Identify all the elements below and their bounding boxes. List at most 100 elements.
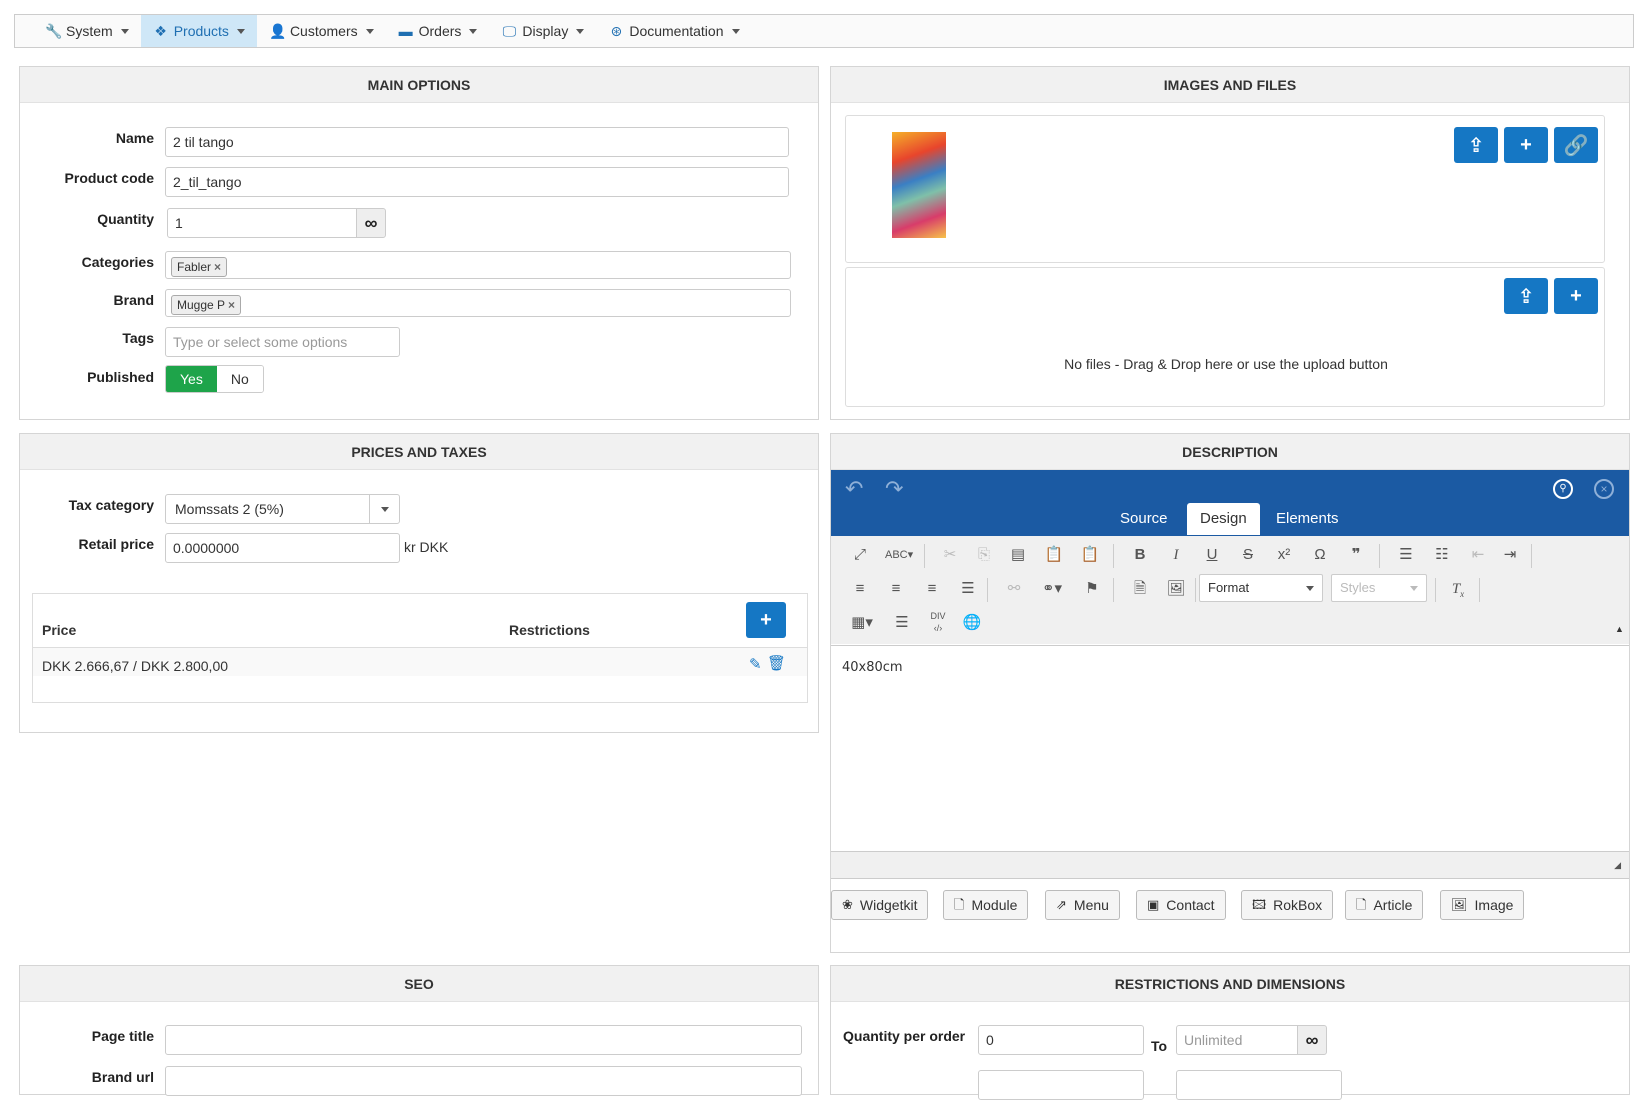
trash-icon[interactable]: 🗑: [767, 654, 786, 672]
tab-elements[interactable]: Elements: [1263, 503, 1352, 535]
paste-text-icon[interactable]: 📋: [1041, 542, 1067, 568]
brand-label: Brand: [113, 292, 154, 308]
edit-icon[interactable]: ✎: [749, 655, 762, 673]
unlink-icon[interactable]: ⚯: [1001, 576, 1027, 602]
resize-handle-icon[interactable]: ◢: [1614, 860, 1621, 871]
price-cell: DKK 2.666,67 / DKK 2.800,00: [42, 658, 229, 674]
close-icon[interactable]: ×: [1594, 479, 1614, 499]
bullet-list-icon[interactable]: ☷: [1429, 542, 1455, 568]
add-file-button[interactable]: +: [1554, 278, 1598, 314]
widgetkit-button[interactable]: ❀ Widgetkit: [831, 890, 929, 920]
bold-icon[interactable]: B: [1127, 542, 1153, 568]
picture-icon: 🖼: [1451, 897, 1468, 912]
insert-file-icon[interactable]: 🗎: [1127, 576, 1153, 602]
fullscreen-icon[interactable]: ⤢: [847, 542, 873, 568]
superscript-icon[interactable]: x²: [1271, 542, 1297, 568]
tab-design[interactable]: Design: [1187, 503, 1260, 535]
align-left-icon[interactable]: ≡: [847, 576, 873, 602]
globe-icon[interactable]: 🌐: [959, 610, 985, 636]
editor-toolbar: ⤢ ABC▾ ✂ ⎘ ▤ 📋 📋 B I U S x² Ω ❞ ☰ ☷ ⇤ ⇥ …: [831, 536, 1629, 644]
redo-icon[interactable]: ↷: [885, 476, 903, 502]
insert-div-icon[interactable]: DIV ‹/›: [925, 610, 951, 636]
undo-icon[interactable]: ↶: [845, 476, 863, 502]
rokbox-button[interactable]: 🖾 RokBox: [1241, 890, 1334, 920]
file-icon: 🗋: [954, 897, 965, 912]
image-button[interactable]: 🖼 Image: [1440, 890, 1525, 920]
price-table: Price Restrictions + DKK 2.666,67 / DKK …: [32, 593, 808, 703]
product-code-input[interactable]: 2_til_tango: [165, 167, 789, 197]
published-yes-button[interactable]: Yes: [166, 366, 217, 392]
nav-products[interactable]: ❖ Products: [140, 15, 257, 47]
link-image-button[interactable]: 🔗: [1554, 127, 1598, 163]
file-icon: 🗋: [1356, 897, 1367, 912]
page-title-input[interactable]: [165, 1025, 802, 1055]
brand-url-input[interactable]: [165, 1066, 802, 1096]
quantity-input[interactable]: 1: [167, 208, 357, 238]
strikethrough-icon[interactable]: S: [1235, 542, 1261, 568]
nav-documentation[interactable]: ⊛ Documentation: [596, 15, 751, 47]
name-input[interactable]: 2 til tango: [165, 127, 789, 157]
collapse-toolbar-icon[interactable]: ▲: [1615, 624, 1624, 634]
product-thumbnail[interactable]: [892, 132, 946, 238]
nav-orders[interactable]: ▬ Orders: [386, 15, 490, 47]
copy-icon[interactable]: ⎘: [971, 542, 997, 568]
special-char-icon[interactable]: Ω: [1307, 542, 1333, 568]
spellcheck-icon[interactable]: ABC▾: [885, 542, 913, 568]
published-no-button[interactable]: No: [216, 366, 263, 392]
link-icon[interactable]: ⚭▾: [1039, 576, 1065, 602]
tax-category-select[interactable]: Momssats 2 (5%): [165, 494, 400, 524]
upload-file-button[interactable]: ⇪: [1504, 278, 1548, 314]
styles-select[interactable]: Styles: [1331, 574, 1427, 602]
search-icon[interactable]: ⚲: [1553, 479, 1573, 499]
article-button[interactable]: 🗋 Article: [1345, 890, 1424, 920]
add-price-button[interactable]: +: [746, 602, 786, 638]
outdent-icon[interactable]: ⇤: [1465, 542, 1491, 568]
remove-tag-icon[interactable]: ×: [214, 260, 221, 274]
table-icon[interactable]: ▦▾: [849, 610, 875, 636]
nav-customers[interactable]: 👤 Customers: [257, 15, 386, 47]
tab-source[interactable]: Source: [1107, 503, 1181, 535]
module-button[interactable]: 🗋 Module: [943, 890, 1029, 920]
dimension-input-1[interactable]: [978, 1070, 1144, 1100]
blockquote-icon[interactable]: ❞: [1343, 542, 1369, 568]
menu-button[interactable]: ⇗ Menu: [1045, 890, 1120, 920]
align-right-icon[interactable]: ≡: [919, 576, 945, 602]
numbered-list-icon[interactable]: ☰: [1393, 542, 1419, 568]
italic-icon[interactable]: I: [1163, 542, 1189, 568]
add-image-button[interactable]: +: [1504, 127, 1548, 163]
align-center-icon[interactable]: ≡: [883, 576, 909, 602]
upload-image-button[interactable]: ⇪: [1454, 127, 1498, 163]
share-icon: ⇗: [1056, 897, 1067, 912]
nav-system[interactable]: 🔧 System: [33, 15, 141, 47]
images-dropzone[interactable]: ⇪ + 🔗: [845, 115, 1605, 263]
unlimited-order-quantity-button[interactable]: ∞: [1297, 1025, 1327, 1055]
editor-content-area[interactable]: 40x80cm: [831, 645, 1629, 851]
insert-image-icon[interactable]: 🖼: [1163, 576, 1189, 602]
clear-format-icon[interactable]: Tx: [1445, 576, 1471, 602]
horizontal-rule-icon[interactable]: ☰: [889, 610, 915, 636]
unlimited-quantity-button[interactable]: ∞: [356, 208, 386, 238]
files-dropzone[interactable]: ⇪ + No files - Drag & Drop here or use t…: [845, 267, 1605, 407]
quantity-max-input[interactable]: Unlimited: [1176, 1025, 1298, 1055]
tags-input[interactable]: Type or select some options: [165, 327, 400, 357]
cut-icon[interactable]: ✂: [937, 542, 963, 568]
anchor-flag-icon[interactable]: ⚑: [1079, 576, 1105, 602]
brand-input[interactable]: Mugge P ×: [165, 289, 791, 317]
quantity-min-input[interactable]: 0: [978, 1025, 1144, 1055]
align-justify-icon[interactable]: ☰: [955, 576, 981, 602]
category-tag: Fabler ×: [171, 257, 228, 277]
remove-tag-icon[interactable]: ×: [228, 298, 235, 312]
paste-word-icon[interactable]: 📋: [1077, 542, 1103, 568]
paste-icon[interactable]: ▤: [1005, 542, 1031, 568]
format-select[interactable]: Format: [1199, 574, 1323, 602]
brand-tag-label: Mugge P: [177, 298, 226, 312]
underline-icon[interactable]: U: [1199, 542, 1225, 568]
contact-button[interactable]: ▣ Contact: [1136, 890, 1226, 920]
category-tag-label: Fabler: [177, 260, 212, 274]
retail-price-input[interactable]: 0.0000000: [165, 533, 400, 563]
indent-icon[interactable]: ⇥: [1497, 542, 1523, 568]
categories-input[interactable]: Fabler ×: [165, 251, 791, 279]
address-book-icon: ▣: [1147, 897, 1160, 912]
dimension-input-2[interactable]: [1176, 1070, 1342, 1100]
nav-display[interactable]: 🖵 Display: [489, 15, 596, 47]
